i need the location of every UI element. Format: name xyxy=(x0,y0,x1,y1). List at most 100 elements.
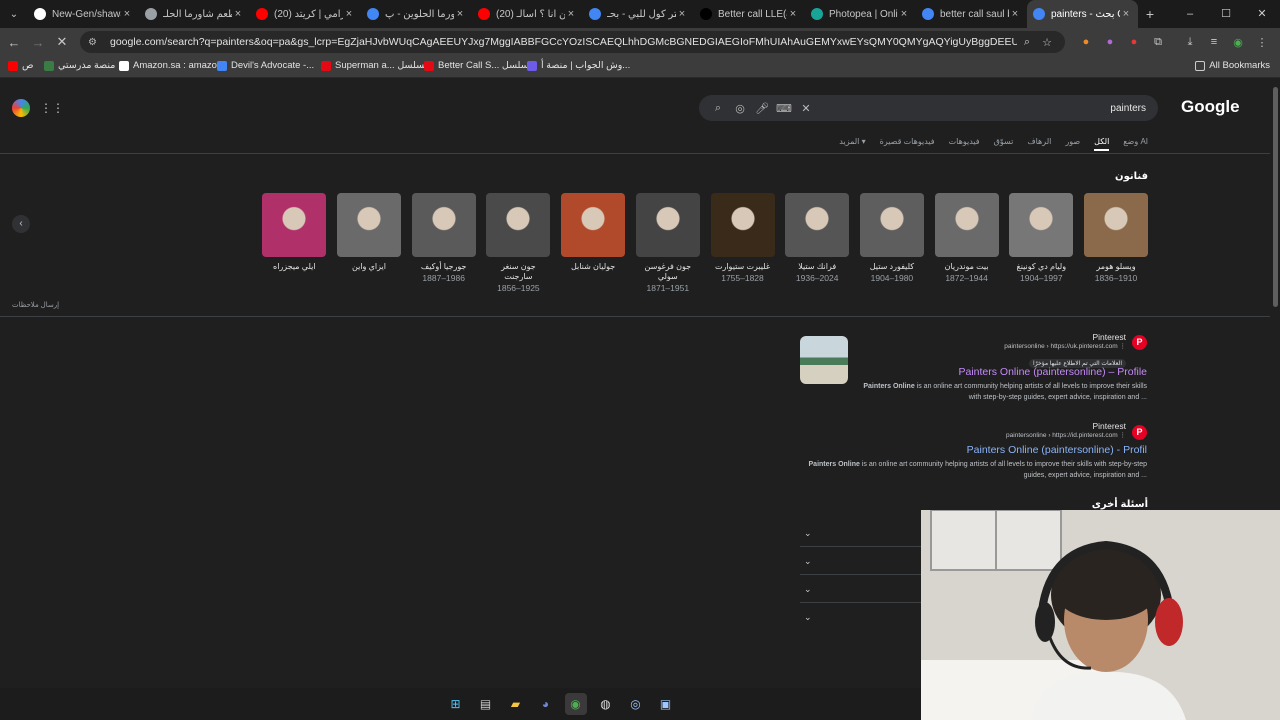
close-tab-icon[interactable]: × xyxy=(454,8,466,20)
painter-name[interactable]: ايزاي واين xyxy=(337,262,401,272)
painter-name[interactable]: جون سنغر سارجنت xyxy=(486,262,550,282)
close-tab-icon[interactable]: × xyxy=(232,8,244,20)
keyboard-icon[interactable]: ⌨ xyxy=(773,102,795,115)
extension-red-icon[interactable]: ● xyxy=(1122,36,1146,48)
search-icon[interactable]: ⌕ xyxy=(1017,36,1037,49)
windows-icon[interactable]: ⊞ xyxy=(445,693,467,715)
painter-card[interactable]: ايلي ميجزراه xyxy=(262,193,327,273)
painter-card[interactable]: جون فرغوسن سولي 1871–1951 xyxy=(635,193,700,293)
stop-loading-icon[interactable]: ✕ xyxy=(50,34,74,50)
painter-name[interactable]: ايلي ميجزراه xyxy=(262,262,326,272)
tab-search-icon[interactable]: ⌄ xyxy=(0,0,28,28)
painter-photo[interactable] xyxy=(262,193,327,257)
painter-card[interactable]: جورجيا أوكيف 1887–1986 xyxy=(411,193,476,283)
site-info-icon[interactable]: ⚙ xyxy=(88,37,102,48)
painter-name[interactable]: كليفورد ستيل xyxy=(860,262,924,272)
profile-avatar-icon[interactable]: ◉ xyxy=(1226,36,1250,49)
painter-name[interactable]: وليام دي كونينغ xyxy=(1009,262,1073,272)
close-tab-icon[interactable]: × xyxy=(565,8,577,20)
close-tab-icon[interactable]: × xyxy=(1009,8,1021,20)
close-tab-icon[interactable]: × xyxy=(1120,8,1132,20)
carousel-prev-icon[interactable]: ‹ xyxy=(12,215,30,233)
search-tab[interactable]: المزيد ▾ xyxy=(839,137,865,151)
painter-card[interactable]: غليبرت ستيوارت 1755–1828 xyxy=(710,193,775,283)
google-account-avatar[interactable] xyxy=(12,99,30,117)
google-logo[interactable]: Google xyxy=(1181,97,1240,117)
address-bar[interactable]: ⚙ google.com/search?q=painters&oq=pa&gs_… xyxy=(80,31,1065,53)
bookmark-item[interactable]: منصة مدرستي xyxy=(44,60,115,71)
github-desktop-icon[interactable]: ◍ xyxy=(595,693,617,715)
bookmark-item[interactable]: Devil's Advocate -... xyxy=(217,60,314,71)
bookmark-item[interactable]: ص xyxy=(8,60,34,71)
painter-photo[interactable] xyxy=(859,193,924,257)
app-icon[interactable]: ▣ xyxy=(655,693,677,715)
painter-name[interactable]: جون فرغوسن سولي xyxy=(636,262,700,282)
download-icon[interactable]: ⤓ xyxy=(1178,36,1202,49)
search-tab[interactable]: الرهاف xyxy=(1027,137,1051,151)
media-control-icon[interactable]: ≡ xyxy=(1202,36,1226,48)
minimize-button[interactable]: – xyxy=(1172,0,1208,28)
folder-icon[interactable]: ▰ xyxy=(505,693,527,715)
forward-icon[interactable]: → xyxy=(26,35,50,50)
painter-name[interactable]: جورجيا أوكيف xyxy=(412,262,476,272)
close-tab-icon[interactable]: × xyxy=(676,8,688,20)
bookmark-item[interactable]: وش الجواب | منصة أ... xyxy=(527,60,630,71)
bookmark-item[interactable]: Amazon.sa : amazon xyxy=(119,60,222,71)
painter-card[interactable]: فرانك ستيلا 1936–2024 xyxy=(785,193,850,283)
paa-row[interactable]: ⌄ xyxy=(800,603,921,631)
lens-icon[interactable]: ◎ xyxy=(729,102,751,115)
browser-tab[interactable]: مطعم شاورما الحلـ× xyxy=(139,0,250,28)
browser-tab[interactable]: Photopea | Online× xyxy=(805,0,916,28)
browser-tab[interactable]: Better call LLE(4)× xyxy=(694,0,805,28)
painter-photo[interactable] xyxy=(1084,193,1148,257)
bookmark-item[interactable]: Superman a... مسلسل xyxy=(321,60,430,71)
search-tab[interactable]: فيديوهات xyxy=(949,137,980,151)
extension-orange-icon[interactable]: ● xyxy=(1074,36,1098,48)
painter-card[interactable]: وليام دي كونينغ 1904–1997 xyxy=(1009,193,1074,283)
result-title[interactable]: Painters Online (paintersonline) – Profi… xyxy=(850,366,1147,378)
chrome-icon[interactable]: ◉ xyxy=(564,693,587,715)
url-text[interactable]: google.com/search?q=painters&oq=pa&gs_lc… xyxy=(110,36,1017,48)
browser-tab[interactable]: بيتر كول للبي - بحـ × xyxy=(583,0,694,28)
painter-name[interactable]: غليبرت ستيوارت xyxy=(711,262,775,272)
painter-photo[interactable] xyxy=(561,193,626,257)
painter-card[interactable]: بيت موندريان 1872–1944 xyxy=(934,193,999,283)
all-bookmarks[interactable]: All Bookmarks xyxy=(1195,60,1270,71)
search-tab[interactable]: وضع AI xyxy=(1123,137,1148,151)
close-window-button[interactable]: ✕ xyxy=(1244,0,1280,28)
close-tab-icon[interactable]: × xyxy=(787,8,799,20)
painter-card[interactable]: ايزاي واين xyxy=(337,193,401,273)
browser-tab[interactable]: New-Gen/shawar× xyxy=(28,0,139,28)
paa-row[interactable]: ⌄ xyxy=(800,519,921,547)
painter-card[interactable]: جوليان شنابل xyxy=(561,193,626,273)
close-tab-icon[interactable]: × xyxy=(898,8,910,20)
close-tab-icon[interactable]: × xyxy=(121,8,133,20)
back-icon[interactable]: ← xyxy=(2,35,26,50)
files-icon[interactable]: ▤ xyxy=(475,693,497,715)
painter-card[interactable]: ويسلو هومر 1836–1910 xyxy=(1084,193,1148,283)
bookmark-item[interactable]: Better Call S... مسلسل xyxy=(424,60,534,71)
search-tab[interactable]: فيديوهات قصيرة xyxy=(880,137,935,151)
painter-photo[interactable] xyxy=(1009,193,1074,257)
scrollbar-thumb[interactable] xyxy=(1273,87,1278,307)
clear-icon[interactable]: ✕ xyxy=(795,102,817,115)
search-box[interactable]: ⌕ ◎ 🎤︎ ⌨ ✕ painters xyxy=(699,95,1158,121)
result-thumbnail[interactable] xyxy=(800,336,848,384)
bookmark-star-icon[interactable]: ☆ xyxy=(1037,36,1057,49)
browser-tab[interactable]: painters - بحث Go× xyxy=(1027,0,1138,28)
browser-tab[interactable]: better call saul bu× xyxy=(916,0,1027,28)
painter-photo[interactable] xyxy=(337,193,401,257)
google-apps-icon[interactable]: ⋮⋮ xyxy=(40,101,64,115)
paa-row[interactable]: ⌄ xyxy=(800,547,921,575)
new-tab-button[interactable]: + xyxy=(1138,6,1162,22)
more-options-icon[interactable]: ⋮ xyxy=(1120,343,1127,350)
paa-row[interactable]: ⌄ xyxy=(800,575,921,603)
more-options-icon[interactable]: ⋮ xyxy=(1120,432,1127,439)
painter-photo[interactable] xyxy=(785,193,850,257)
search-tab[interactable]: تسوّق xyxy=(994,137,1014,151)
browser-tab[interactable]: (20) من انا ؟ اسألـ× xyxy=(472,0,583,28)
painter-name[interactable]: جوليان شنابل xyxy=(561,262,625,272)
browser-tab[interactable]: شاورما الحلوين - پ× xyxy=(361,0,472,28)
steam-icon[interactable]: ◎ xyxy=(625,693,647,715)
search-tab[interactable]: الكل xyxy=(1094,137,1110,151)
